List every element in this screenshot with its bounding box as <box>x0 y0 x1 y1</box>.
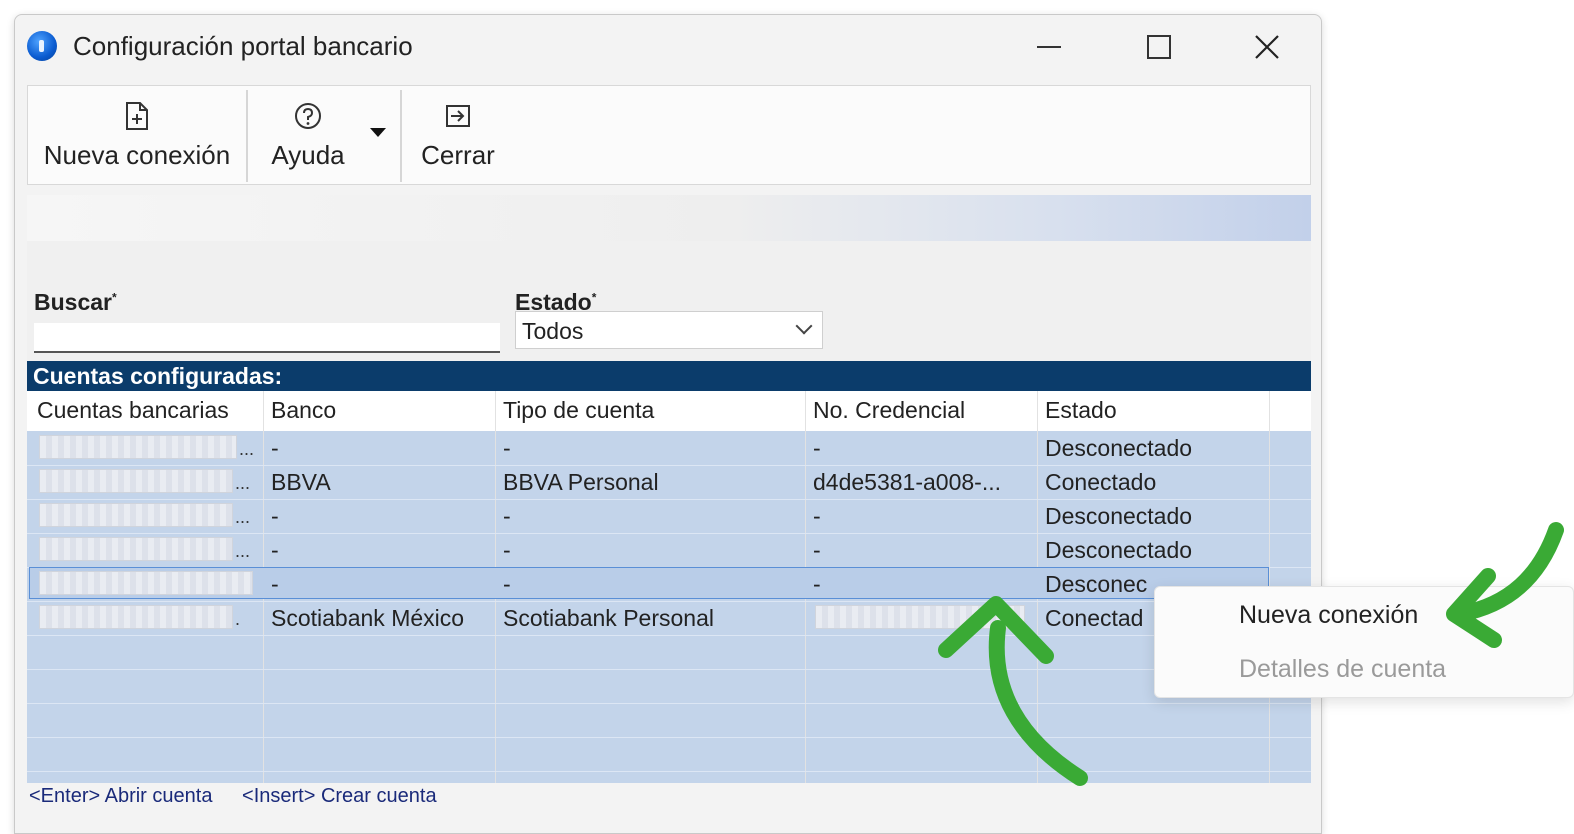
row-divider <box>27 669 1311 670</box>
minimize-button[interactable] <box>1019 25 1079 69</box>
filter-panel: Buscar* Estado* Todos <box>27 241 1311 361</box>
row-divider <box>27 703 1311 704</box>
help-icon <box>295 103 321 129</box>
cell-status: Desconec <box>1045 571 1148 597</box>
context-menu: Nueva conexión Detalles de cuenta <box>1154 586 1574 698</box>
cell-account-type: - <box>503 537 511 563</box>
cell-credential: d4de5381-a008-... <box>813 469 1001 495</box>
cell-status: Desconectado <box>1045 537 1193 563</box>
hint-create-account: <Insert> Crear cuenta <box>242 785 437 807</box>
truncation-ellipsis: ... <box>235 507 251 527</box>
close-label: Cerrar <box>421 140 495 170</box>
account-number-redacted <box>39 469 233 493</box>
credential-redacted <box>815 605 1025 629</box>
new-connection-label: Nueva conexión <box>43 140 231 170</box>
cell-bank: - <box>271 435 279 461</box>
app-icon <box>27 31 57 61</box>
chevron-down-icon <box>795 317 813 335</box>
cell-account-type: BBVA Personal <box>503 469 659 495</box>
dropdown-caret-icon[interactable] <box>370 128 386 137</box>
cell-bank: - <box>271 537 279 563</box>
toolbar-separator <box>246 90 248 182</box>
close-window-button[interactable] <box>1237 25 1297 69</box>
toolbar-separator <box>400 90 402 182</box>
truncation-ellipsis: ... <box>235 473 251 493</box>
cell-bank: Scotiabank México <box>271 605 465 631</box>
cell-bank: - <box>271 571 279 597</box>
cell-credential: - <box>813 571 821 597</box>
new-connection-button[interactable]: Nueva conexión <box>32 90 242 182</box>
cell-account-type: Scotiabank Personal <box>503 605 714 631</box>
close-icon <box>1255 35 1279 59</box>
grid-title: Cuentas configuradas: <box>27 361 1311 391</box>
row-divider <box>27 601 1311 602</box>
cell-credential: - <box>813 503 821 529</box>
minimize-icon <box>1037 46 1061 48</box>
account-number-redacted <box>39 435 237 459</box>
row-divider <box>27 465 1311 466</box>
cell-status: Conectad <box>1045 605 1144 631</box>
hint-open-account: <Enter> Abrir cuenta <box>29 785 213 807</box>
column-header-accounts[interactable]: Cuentas bancarias <box>37 397 267 424</box>
help-button[interactable]: Ayuda <box>256 90 360 182</box>
cell-credential: - <box>813 537 821 563</box>
cell-status: Desconectado <box>1045 503 1193 529</box>
cell-bank: - <box>271 503 279 529</box>
header-banner <box>27 195 1311 241</box>
context-menu-new-connection[interactable]: Nueva conexión <box>1239 601 1418 630</box>
column-header-status[interactable]: Estado <box>1045 397 1265 424</box>
app-window: Configuración portal bancario Nueva cone… <box>14 14 1322 834</box>
cell-bank: BBVA <box>271 469 331 495</box>
column-header-bank[interactable]: Banco <box>271 397 491 424</box>
row-divider <box>27 499 1311 500</box>
column-header-account-type[interactable]: Tipo de cuenta <box>503 397 803 424</box>
help-label: Ayuda <box>271 140 345 170</box>
accounts-grid: Cuentas bancarias Banco Tipo de cuenta N… <box>27 391 1311 783</box>
cell-account-type: - <box>503 571 511 597</box>
maximize-button[interactable] <box>1129 25 1189 69</box>
cell-account-type: - <box>503 435 511 461</box>
exit-icon <box>446 105 470 127</box>
account-number-redacted <box>39 503 233 527</box>
search-label: Buscar* <box>34 289 117 315</box>
column-header-credential[interactable]: No. Credencial <box>813 397 1033 424</box>
new-document-icon <box>126 102 148 130</box>
truncation-ellipsis: ... <box>239 439 255 459</box>
row-divider <box>27 737 1311 738</box>
cell-status: Desconectado <box>1045 435 1193 461</box>
cell-credential: - <box>813 435 821 461</box>
cell-account-type: - <box>503 503 511 529</box>
account-number-redacted <box>39 571 253 595</box>
status-select[interactable]: Todos <box>515 311 823 349</box>
status-select-value: Todos <box>522 318 584 344</box>
title-bar: Configuración portal bancario <box>15 15 1321 79</box>
keyboard-hints: <Enter> Abrir cuenta <Insert> Crear cuen… <box>29 785 461 808</box>
row-divider <box>27 635 1311 636</box>
maximize-icon <box>1147 35 1171 59</box>
close-button[interactable]: Cerrar <box>410 90 506 182</box>
context-menu-account-details: Detalles de cuenta <box>1239 655 1447 683</box>
row-divider <box>27 533 1311 534</box>
search-input[interactable] <box>34 323 500 353</box>
truncation-ellipsis: . <box>235 609 241 629</box>
truncation-ellipsis: ... <box>235 541 251 561</box>
toolbar: Nueva conexión Ayuda Cerrar <box>27 85 1311 185</box>
window-title: Configuración portal bancario <box>73 31 413 61</box>
cell-status: Conectado <box>1045 469 1157 495</box>
grid-header: Cuentas bancarias Banco Tipo de cuenta N… <box>27 391 1311 431</box>
account-number-redacted <box>39 605 233 629</box>
row-divider <box>27 771 1311 772</box>
account-number-redacted <box>39 537 233 561</box>
